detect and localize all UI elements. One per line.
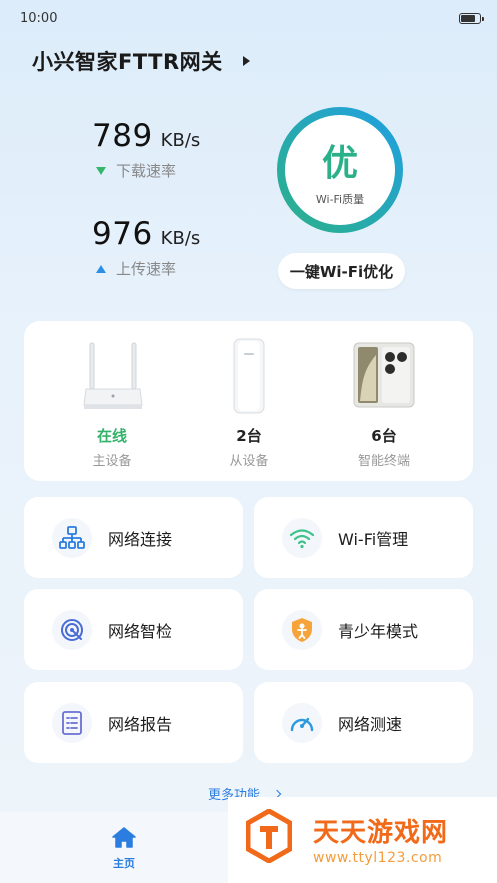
upload-speed-label: 上传速率 (116, 260, 177, 278)
network-connection-tile[interactable]: 网络连接 (24, 497, 243, 578)
watermark-url: www.ttyl123.com (313, 850, 443, 866)
network-topology-icon (59, 525, 85, 549)
network-connection-label: 网络连接 (108, 529, 173, 549)
wifi-management-label: Wi-Fi管理 (338, 529, 409, 549)
network-report-tile[interactable]: 网络报告 (24, 682, 243, 763)
report-icon (62, 710, 82, 735)
speed-test-label: 网络测速 (338, 714, 403, 734)
nav-home-label: 主页 (113, 857, 135, 870)
download-speed-unit: KB/s (160, 130, 201, 151)
network-check-icon (61, 618, 83, 641)
sub-device-count: 2台 (236, 427, 262, 445)
download-speed-label: 下载速率 (116, 162, 177, 180)
wifi-optimize-button[interactable]: 一键Wi-Fi优化 (278, 253, 405, 289)
device-header[interactable]: 小兴智家FTTR网关 (32, 46, 250, 76)
nav-home-tab[interactable]: 主页 (99, 826, 149, 871)
devices-card: 在线 主设备 2台 从设备 6台 智能终端 (24, 321, 473, 481)
main-device-status: 在线 (96, 427, 127, 445)
battery-icon (459, 13, 484, 24)
status-time: 10:00 (20, 11, 58, 26)
phone-icon (353, 342, 415, 408)
battery-level (461, 15, 476, 22)
network-check-label: 网络智检 (108, 621, 173, 641)
wifi-quality-ring[interactable]: 优 Wi-Fi质量 (274, 104, 406, 236)
sub-device-label: 从设备 (229, 454, 269, 469)
wifi-icon (289, 528, 315, 548)
upload-speed-unit: KB/s (160, 228, 201, 249)
upload-arrow-icon (96, 264, 106, 273)
network-report-label: 网络报告 (108, 714, 173, 734)
sub-devices[interactable]: 2台 从设备 (174, 321, 324, 481)
terminal-label: 智能终端 (357, 454, 410, 469)
router-icon (83, 342, 143, 409)
page-title: 小兴智家FTTR网关 (32, 50, 223, 74)
teen-mode-tile[interactable]: 青少年模式 (254, 589, 473, 670)
upload-speed-value: 976 (92, 216, 153, 252)
wifi-quality-grade: 优 (321, 143, 358, 184)
watermark-logo-icon (246, 809, 292, 863)
teen-mode-label: 青少年模式 (338, 621, 419, 641)
chevron-right-icon (242, 56, 250, 66)
speedometer-icon (290, 717, 314, 731)
terminal-count: 6台 (371, 427, 397, 445)
status-bar: 10:00 (0, 0, 497, 38)
wifi-quality-label: Wi-Fi质量 (315, 193, 365, 206)
main-device[interactable]: 在线 主设备 (37, 321, 187, 481)
watermark: 天天游戏网 www.ttyl123.com (228, 797, 497, 883)
wifi-management-tile[interactable]: Wi-Fi管理 (254, 497, 473, 578)
download-speed: 789 KB/s 下载速率 (92, 118, 200, 181)
extender-icon (233, 338, 265, 414)
smart-terminals[interactable]: 6台 智能终端 (309, 321, 459, 481)
child-shield-icon (292, 617, 312, 642)
network-check-tile[interactable]: 网络智检 (24, 589, 243, 670)
home-icon (112, 827, 136, 848)
watermark-title: 天天游戏网 (313, 818, 449, 848)
main-device-label: 主设备 (92, 454, 132, 469)
download-speed-value: 789 (92, 118, 153, 154)
speed-test-tile[interactable]: 网络测速 (254, 682, 473, 763)
upload-speed: 976 KB/s 上传速率 (92, 216, 200, 279)
download-arrow-icon (96, 166, 106, 175)
